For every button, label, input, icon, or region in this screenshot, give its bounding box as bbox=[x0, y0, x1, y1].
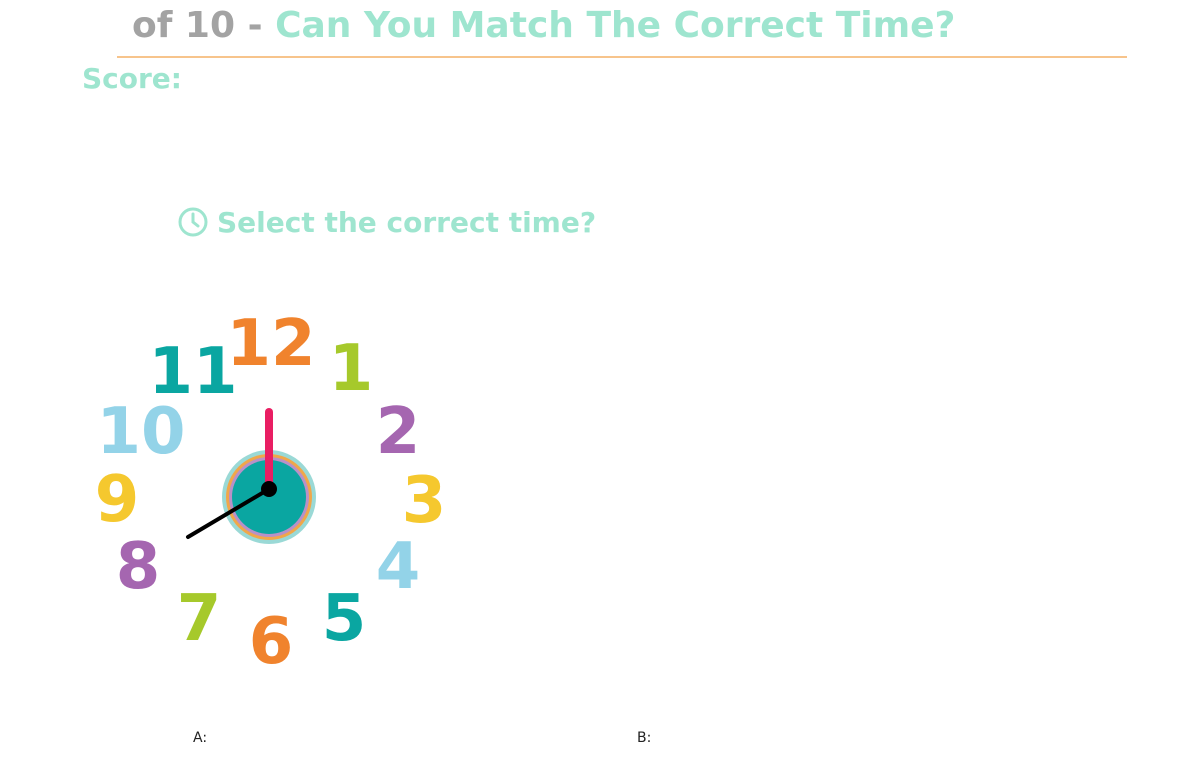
question-text: Select the correct time? bbox=[217, 205, 597, 239]
clock-number-6: 6 bbox=[249, 605, 294, 679]
clock-icon bbox=[177, 206, 209, 238]
clock-number-5: 5 bbox=[322, 582, 367, 656]
clock-number-12: 12 bbox=[226, 307, 315, 381]
clock-number-1: 1 bbox=[329, 332, 374, 406]
score-label: Score: bbox=[82, 62, 182, 95]
answer-option-b[interactable]: B: bbox=[637, 729, 651, 747]
header-divider bbox=[117, 56, 1127, 58]
clock-face: 12 1 2 3 4 5 6 7 8 9 10 11 bbox=[95, 307, 447, 679]
clock-number-7: 7 bbox=[177, 582, 222, 656]
quiz-header: of 10 - Can You Match The Correct Time? bbox=[132, 0, 1132, 56]
clock-pivot bbox=[261, 481, 277, 497]
clock-number-4: 4 bbox=[376, 530, 421, 604]
header-separator: - bbox=[247, 5, 263, 46]
quiz-title: Can You Match The Correct Time? bbox=[275, 5, 956, 46]
clock-number-9: 9 bbox=[95, 463, 140, 537]
clock-number-8: 8 bbox=[116, 530, 161, 604]
clock-number-3: 3 bbox=[402, 464, 447, 538]
clock-number-11: 11 bbox=[148, 335, 237, 409]
clock-number-2: 2 bbox=[376, 395, 421, 469]
question-prompt: Select the correct time? bbox=[177, 203, 596, 241]
answer-option-a[interactable]: A: bbox=[193, 729, 207, 747]
question-progress: of 10 bbox=[132, 5, 236, 46]
